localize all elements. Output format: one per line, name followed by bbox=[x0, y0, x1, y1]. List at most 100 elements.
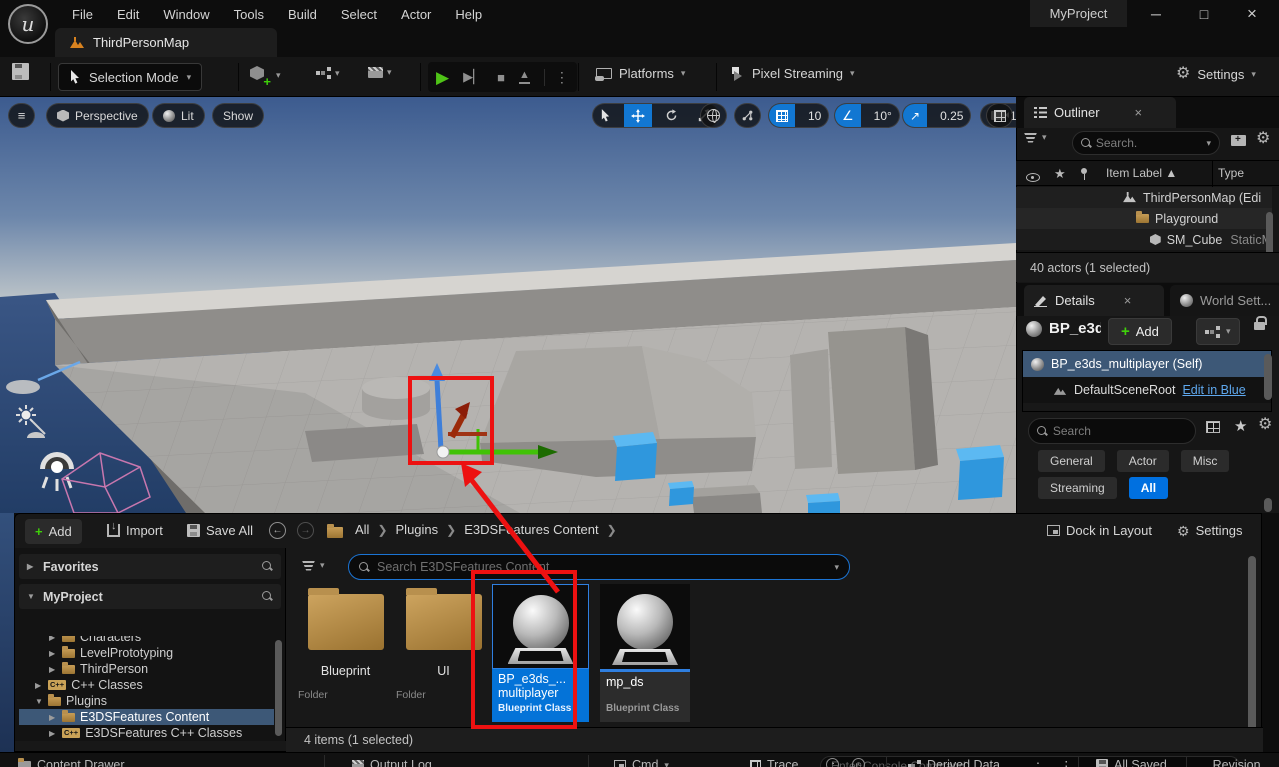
revision-control-button[interactable]: ⑂ Revision Control bbox=[1200, 758, 1279, 767]
column-type[interactable]: Type bbox=[1218, 166, 1244, 180]
details-settings-gear-icon[interactable]: ⚙ bbox=[1258, 417, 1272, 433]
world-space-toggle[interactable] bbox=[700, 103, 727, 128]
insights-timer-icon[interactable]: ◷ bbox=[852, 758, 865, 767]
save-all-button[interactable]: Save All bbox=[187, 523, 253, 538]
play-icon[interactable]: ▶ bbox=[436, 69, 449, 86]
edit-in-blueprint-link[interactable]: Edit in Blue bbox=[1182, 383, 1245, 397]
surface-snapping-button[interactable] bbox=[734, 103, 761, 128]
outliner-settings-gear-icon[interactable]: ⚙ bbox=[1256, 131, 1270, 147]
search-icon[interactable] bbox=[262, 561, 273, 572]
asset-tile-bp-e3ds-multiplayer[interactable]: BP_e3ds_... multiplayer Blueprint Class bbox=[492, 584, 589, 722]
tab-details[interactable]: Details × bbox=[1024, 285, 1164, 316]
settings-dropdown[interactable]: ⚙ Settings ▾ bbox=[1176, 66, 1256, 82]
tree-item-characters[interactable]: ▶ Characters bbox=[19, 636, 274, 645]
outliner-row-map[interactable]: ThirdPersonMap (Edi bbox=[1016, 187, 1272, 208]
eject-icon[interactable]: ▲ bbox=[519, 70, 530, 84]
maximize-button[interactable]: □ bbox=[1189, 0, 1219, 27]
favorite-column-star-icon[interactable]: ★ bbox=[1054, 166, 1066, 182]
menu-tools[interactable]: Tools bbox=[222, 0, 276, 28]
visibility-column-eye-icon[interactable] bbox=[1026, 173, 1040, 182]
scale-snap-control[interactable]: ↗ 0.25 bbox=[902, 103, 971, 128]
component-tree-scrollbar[interactable] bbox=[1264, 354, 1272, 400]
close-icon[interactable]: × bbox=[1124, 293, 1132, 308]
all-saved-button[interactable]: All Saved bbox=[1096, 758, 1167, 767]
forward-button[interactable]: → bbox=[297, 522, 314, 539]
tree-item-plugins[interactable]: ▼ Plugins bbox=[19, 693, 274, 709]
menu-select[interactable]: Select bbox=[329, 0, 389, 28]
content-search[interactable]: ▾ bbox=[348, 554, 850, 580]
filter-actor[interactable]: Actor bbox=[1117, 450, 1169, 472]
insights-session-icon[interactable]: ◔ bbox=[826, 758, 839, 767]
unreal-logo-icon[interactable]: u bbox=[8, 4, 48, 44]
import-button[interactable]: Import bbox=[107, 523, 163, 538]
platforms-dropdown[interactable]: Platforms ▾ bbox=[596, 66, 685, 81]
status-kebab-icon[interactable]: ⋮ bbox=[1060, 758, 1073, 767]
selection-mode-dropdown[interactable]: Selection Mode ▾ bbox=[58, 63, 202, 91]
myproject-section[interactable]: ▼ MyProject bbox=[19, 584, 281, 609]
cinematics-dropdown[interactable]: ▾ bbox=[368, 67, 392, 78]
add-actor-dropdown[interactable]: + ▾ bbox=[250, 66, 281, 85]
tree-item-levelprototyping[interactable]: ▶ LevelPrototyping bbox=[19, 645, 274, 661]
close-icon[interactable]: × bbox=[1135, 105, 1143, 120]
back-button[interactable]: ← bbox=[269, 522, 286, 539]
filter-general[interactable]: General bbox=[1038, 450, 1105, 472]
lock-button[interactable] bbox=[1254, 316, 1265, 335]
details-search[interactable] bbox=[1028, 418, 1196, 444]
outliner-search-input[interactable] bbox=[1096, 136, 1201, 150]
display-options-button[interactable] bbox=[1206, 420, 1220, 438]
content-add-button[interactable]: + Add bbox=[25, 519, 82, 544]
search-icon[interactable] bbox=[262, 591, 273, 602]
dock-in-layout-button[interactable]: Dock in Layout bbox=[1047, 523, 1152, 538]
favorites-star-icon[interactable]: ★ bbox=[1234, 417, 1247, 435]
viewport-options-button[interactable]: ≡ bbox=[8, 103, 35, 128]
play-options-kebab-icon[interactable]: ⋮ bbox=[544, 69, 569, 86]
content-filter-button[interactable]: ▾ bbox=[302, 560, 325, 571]
stop-icon[interactable]: ■ bbox=[497, 70, 505, 85]
tab-outliner[interactable]: Outliner × bbox=[1024, 97, 1176, 128]
rotation-snap-control[interactable]: ∠ 10° bbox=[834, 103, 900, 128]
viewport[interactable]: ≡ Perspective Lit Show bbox=[0, 97, 1016, 513]
minimize-button[interactable]: ─ bbox=[1141, 0, 1171, 27]
pin-column-icon[interactable] bbox=[1080, 168, 1088, 180]
blueprint-edit-dropdown[interactable]: ▾ bbox=[1196, 318, 1240, 345]
scale-snap-value[interactable]: 0.25 bbox=[933, 109, 970, 123]
tab-world-settings[interactable]: World Sett... bbox=[1170, 285, 1279, 316]
menu-file[interactable]: File bbox=[60, 0, 105, 28]
content-scrollbar[interactable] bbox=[1248, 556, 1256, 734]
asset-tile-mp-ds[interactable]: mp_ds Blueprint Class bbox=[600, 584, 690, 722]
menu-actor[interactable]: Actor bbox=[389, 0, 443, 28]
filter-misc[interactable]: Misc bbox=[1181, 450, 1230, 472]
details-scrollbar[interactable] bbox=[1264, 498, 1272, 512]
menu-build[interactable]: Build bbox=[276, 0, 329, 28]
tree-item-e3dsfeatures-content[interactable]: ▶ E3DSFeatures Content bbox=[19, 709, 274, 725]
perspective-dropdown[interactable]: Perspective bbox=[46, 103, 149, 128]
component-row-self[interactable]: BP_e3ds_multiplayer (Self) bbox=[1023, 351, 1271, 377]
filter-streaming[interactable]: Streaming bbox=[1038, 477, 1117, 499]
grid-snap-value[interactable]: 10 bbox=[801, 109, 828, 123]
viewport-layout-button[interactable] bbox=[986, 103, 1013, 128]
grid-snap-control[interactable]: 10 bbox=[768, 103, 829, 128]
breadcrumb-all[interactable]: All bbox=[355, 522, 369, 537]
move-tool-button[interactable] bbox=[624, 104, 652, 127]
outliner-filter-button[interactable]: ▾ bbox=[1024, 132, 1047, 143]
add-folder-button[interactable]: + bbox=[1231, 133, 1246, 151]
tree-item-thirdperson[interactable]: ▶ ThirdPerson bbox=[19, 661, 274, 677]
close-button[interactable]: × bbox=[1237, 0, 1267, 27]
show-dropdown[interactable]: Show bbox=[212, 103, 264, 128]
outliner-row-sm-cube[interactable]: SM_Cube StaticM bbox=[1016, 229, 1272, 250]
tab-thirdpersonmap[interactable]: ThirdPersonMap bbox=[55, 28, 277, 57]
content-settings-button[interactable]: ⚙ Settings bbox=[1177, 523, 1243, 538]
rotation-snap-value[interactable]: 10° bbox=[867, 109, 899, 123]
breadcrumb-plugins[interactable]: Plugins bbox=[396, 522, 439, 537]
favorites-section[interactable]: ▶ Favorites bbox=[19, 554, 281, 579]
tree-item-cpp-classes[interactable]: ▶C++ C++ Classes bbox=[19, 677, 274, 693]
derived-data-button[interactable]: Derived Data bbox=[908, 758, 1000, 767]
trace-button[interactable]: Trace bbox=[750, 758, 799, 767]
tree-item-e3dsfeatures-cpp[interactable]: ▶C++ E3DSFeatures C++ Classes bbox=[19, 725, 274, 741]
network-status-icon[interactable]: ∴ bbox=[1034, 758, 1043, 767]
component-row-scene-root[interactable]: DefaultSceneRoot Edit in Blue bbox=[1023, 377, 1271, 403]
asset-tile-ui-folder[interactable]: UI Folder bbox=[396, 588, 491, 701]
add-component-button[interactable]: + Add bbox=[1108, 318, 1172, 345]
details-search-input[interactable] bbox=[1053, 424, 1187, 438]
menu-window[interactable]: Window bbox=[151, 0, 221, 28]
